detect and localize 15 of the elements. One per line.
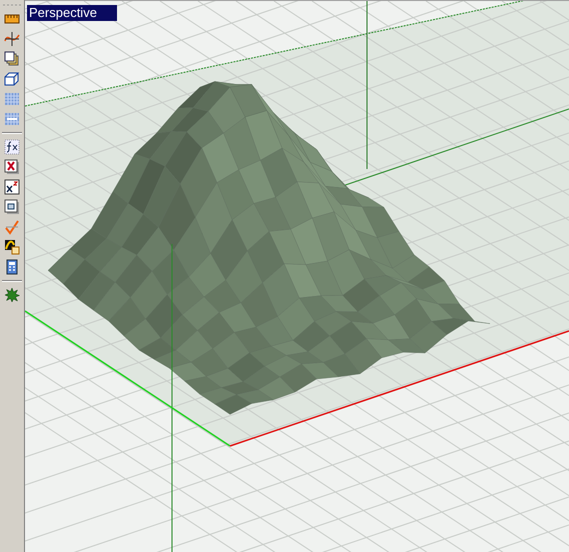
checkmark-icon[interactable] bbox=[4, 219, 20, 235]
function-icon[interactable] bbox=[4, 139, 20, 155]
box-icon[interactable] bbox=[4, 71, 20, 87]
grip-icon[interactable] bbox=[2, 4, 22, 7]
viewport-title: Perspective bbox=[27, 5, 117, 21]
curve-icon[interactable] bbox=[4, 31, 20, 47]
viewport[interactable]: Perspective bbox=[25, 0, 569, 552]
star-icon[interactable] bbox=[4, 287, 20, 303]
chart-sheet-icon[interactable] bbox=[4, 199, 20, 215]
graph-sheet-icon[interactable] bbox=[4, 239, 20, 255]
grid-minus-icon[interactable] bbox=[4, 111, 20, 127]
calculator-icon[interactable] bbox=[4, 259, 20, 275]
cross-sheet-icon[interactable] bbox=[4, 159, 20, 175]
power-icon[interactable] bbox=[4, 179, 20, 195]
stacked-pages-icon[interactable] bbox=[4, 51, 20, 67]
